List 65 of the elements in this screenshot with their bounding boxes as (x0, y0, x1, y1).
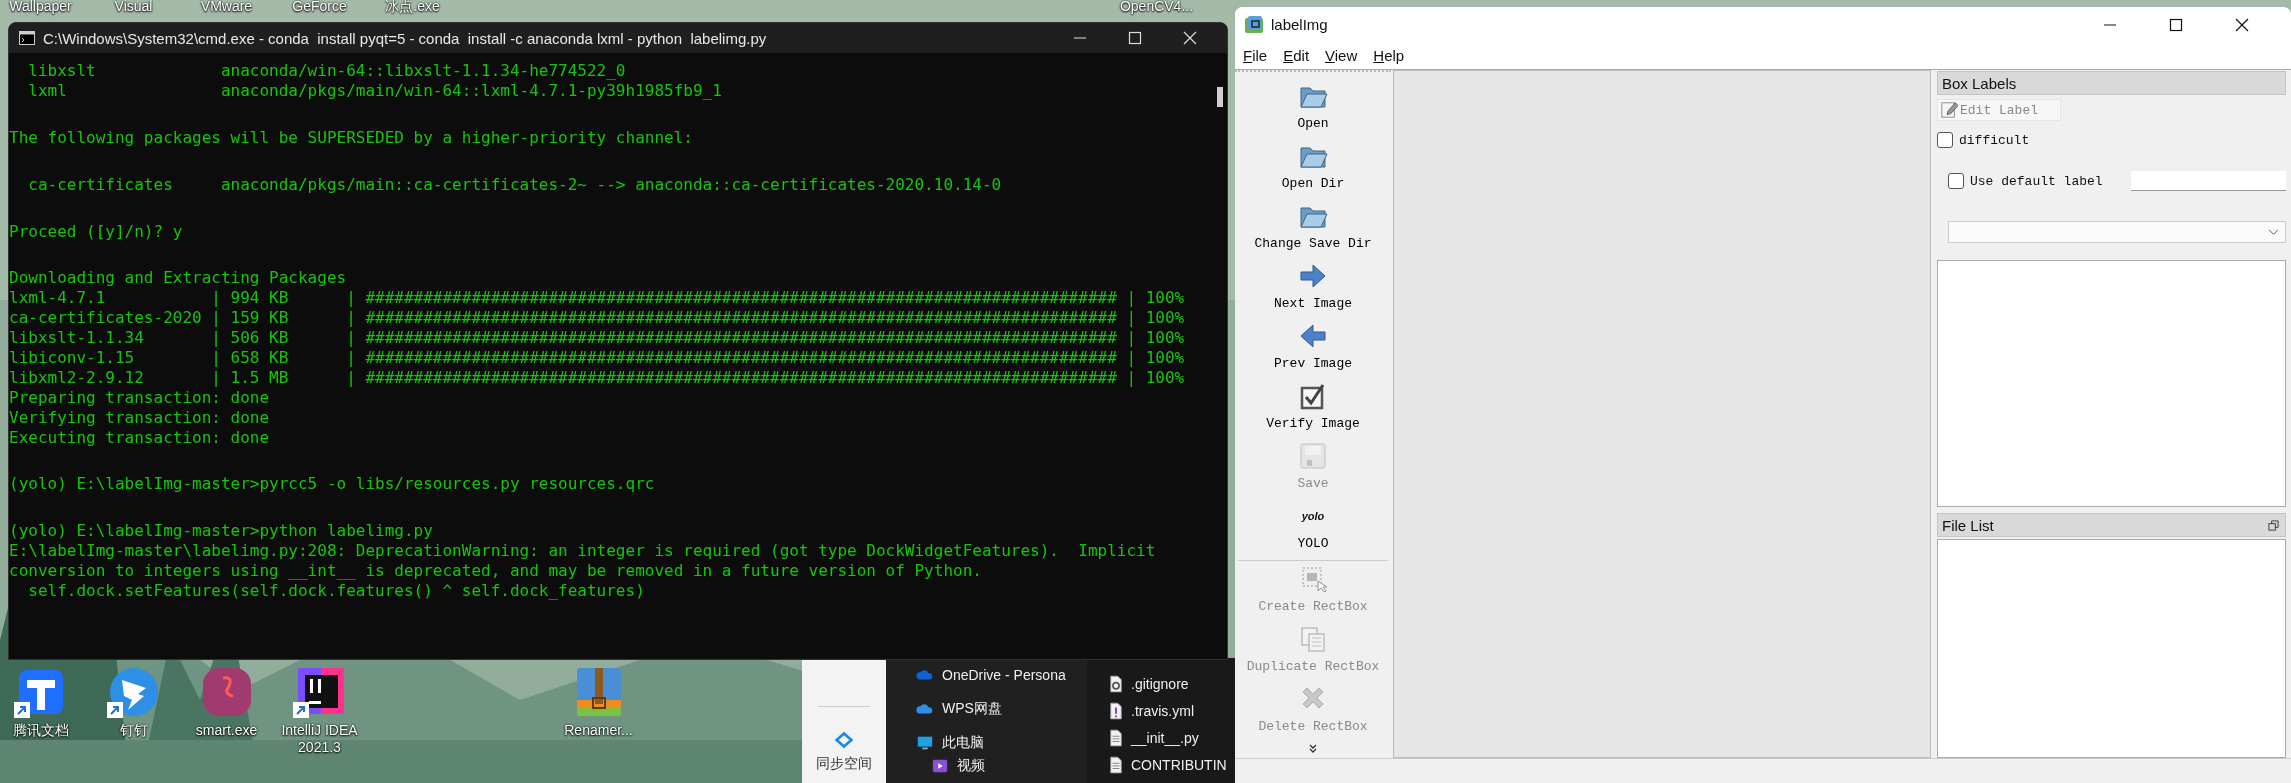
dock-title: File List (1942, 516, 1994, 534)
console-line: Proceed ([y]/n)? y (9, 221, 184, 242)
console-line: libxslt anaconda/win-64::libxslt-1.1.34-he774522_0 (27, 61, 627, 81)
nav-item[interactable]: 此电脑 (886, 729, 1087, 757)
sync-icon[interactable] (833, 729, 855, 751)
explorer-entry[interactable]: .gitignore (1109, 670, 1235, 697)
toolbar-button[interactable]: yolo YOLO (1297, 500, 1329, 560)
console-line: Preparing transaction: done (9, 387, 271, 408)
terminal-icon (19, 30, 35, 46)
console-line: ca-certificates-2020 | 159 KB | ############################################################################## | 100% (9, 308, 1186, 329)
nav-item[interactable]: WPS网盘 (886, 695, 1087, 723)
dock-title: Box Labels (1937, 71, 2286, 95)
console-line: Executing transaction: done (9, 427, 271, 448)
explorer-entry[interactable]: CONTRIBUTIN (1109, 751, 1235, 778)
console-line: The following packages will be SUPERSEDED by a higher-priority channel: (9, 127, 694, 148)
checkbox-label[interactable]: difficult (1959, 132, 2030, 148)
window-title: C:\Windows\System32\cmd.exe - conda install pyqt=5 - conda install -c anaconda lxml - python labelimg.py (43, 29, 768, 47)
default-label-field[interactable] (2131, 171, 2286, 191)
toolbar-button[interactable]: Open Dir (1281, 140, 1345, 200)
window-title: labelImg (1271, 16, 1329, 33)
explorer-entry[interactable]: __init__.py (1109, 724, 1235, 751)
menu-item[interactable]: Edit (1283, 47, 1310, 64)
console-line: conversion to integers using __int__ is deprecated, and may be removed in a future version of Python. (9, 561, 983, 582)
document-icon (1109, 755, 1123, 774)
pencil-icon (1940, 101, 1958, 119)
explorer-entry[interactable]: .travis.yml (1109, 697, 1235, 724)
checkbox[interactable] (1948, 173, 1964, 189)
menu-item[interactable]: View (1325, 47, 1358, 64)
checkbox-label[interactable]: Use default label (1970, 173, 2103, 189)
sync-label[interactable]: 同步空间 (816, 755, 872, 773)
console-line: (yolo) E:\labelImg-master>pyrcc5 -o libs/resources.py resources.qrc (9, 474, 656, 495)
desktop-icon-label[interactable]: IntelliJ IDEA 2021.3 (273, 722, 366, 756)
video-icon (931, 757, 949, 775)
menu-item[interactable]: File (1243, 47, 1268, 64)
document-icon (1109, 728, 1123, 747)
toolbar-button[interactable]: Verify Image (1266, 380, 1360, 440)
checkbox[interactable] (1937, 132, 1953, 148)
console-line: (yolo) E:\labelImg-master>python labelimg.py (9, 521, 434, 542)
console-line: lxml-4.7.1 | 994 KB | ############################################################################## | 100% (9, 288, 1186, 309)
console-line: lxml anaconda/pkgs/main/win-64::lxml-4.7.1-py39h1985fb9_1 (27, 80, 723, 101)
console-line: self.dock.setFeatures(self.dock.features() ^ self.dock_features) (27, 581, 646, 601)
desktop-icon-label[interactable]: 钉钉 (119, 722, 148, 739)
monitor-icon (916, 734, 934, 752)
nav-item[interactable]: OneDrive - Persona (886, 661, 1087, 689)
console-line: Downloading and Extracting Packages (9, 268, 348, 289)
console-line: ca-certificates anaconda/pkgs/main::ca-certificates-2~ --> anaconda::ca-certificates-2020.10.14-0 (27, 174, 1003, 195)
exclamation-file-icon (1109, 701, 1123, 720)
float-icon[interactable] (2268, 519, 2279, 531)
menu-item[interactable]: Help (1373, 47, 1405, 64)
toolbar-button[interactable]: Next Image (1274, 260, 1352, 320)
console-line: E:\labelImg-master\labelimg.py:208: DeprecationWarning: an integer is required (got type DockWidgetFeatures). Implicit (9, 541, 1157, 562)
console-line: libxslt-1.1.34 | 506 KB | ############################################################################## | 100% (9, 328, 1186, 348)
toolbar-button[interactable]: Open (1297, 80, 1329, 140)
toolbar-button[interactable]: Prev Image (1274, 320, 1352, 380)
gear-file-icon (1109, 674, 1123, 693)
console-line: libiconv-1.15 | 658 KB | ############################################################################## | 100% (9, 348, 1186, 368)
caret-icon (2268, 228, 2279, 236)
console-line: Verifying transaction: done (9, 407, 271, 428)
expand-toolbar-icon[interactable] (1307, 743, 1319, 755)
nav-item[interactable]: 视频 (886, 754, 1087, 778)
toolbar-button[interactable]: Change Save Dir (1254, 200, 1372, 260)
console-line: libxml2-2.9.12 | 1.5 MB | ############################################################################## | 100% (9, 367, 1186, 388)
desktop-icon-label[interactable]: smart.exe (195, 722, 258, 739)
app-icon (1244, 14, 1264, 35)
desktop-icon-label[interactable]: 腾讯文档 (12, 722, 69, 739)
